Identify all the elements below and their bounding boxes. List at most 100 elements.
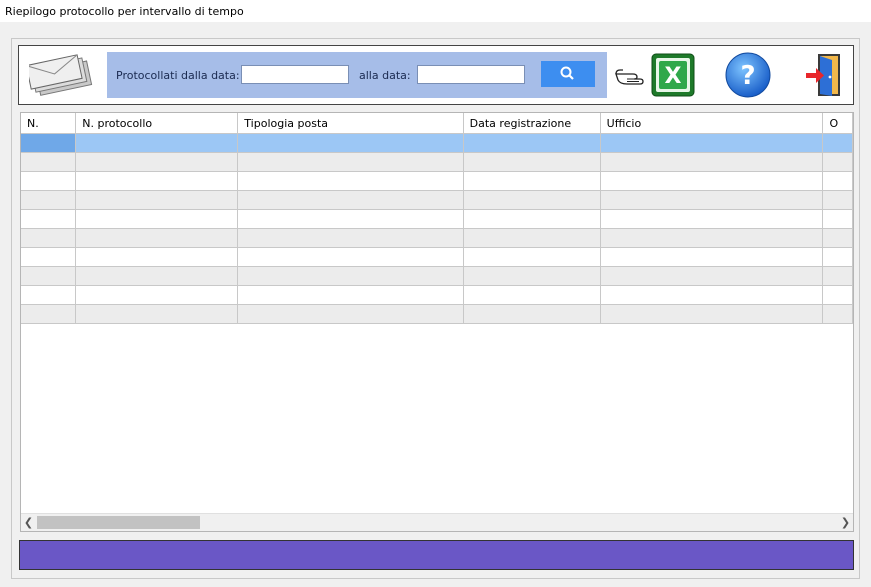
table-cell bbox=[237, 133, 464, 153]
table-row[interactable] bbox=[21, 228, 853, 248]
table-cell bbox=[75, 228, 239, 248]
table-cell bbox=[21, 247, 77, 267]
table-cell bbox=[463, 171, 601, 191]
table-row[interactable] bbox=[21, 190, 853, 210]
scrollbar-thumb[interactable] bbox=[37, 516, 200, 529]
table-cell bbox=[75, 247, 239, 267]
table-cell bbox=[822, 266, 853, 286]
table-cell bbox=[463, 228, 601, 248]
table-cell bbox=[75, 171, 239, 191]
column-header-mail-type[interactable]: Tipologia posta bbox=[237, 113, 464, 134]
table-cell bbox=[822, 304, 853, 324]
table-cell bbox=[463, 209, 601, 229]
table-cell bbox=[75, 152, 239, 172]
window-titlebar: Riepilogo protocollo per intervallo di t… bbox=[0, 0, 871, 22]
table-cell bbox=[822, 247, 853, 267]
table-cell bbox=[237, 228, 464, 248]
table-cell bbox=[600, 209, 824, 229]
column-header-registration-date[interactable]: Data registrazione bbox=[463, 113, 601, 134]
table-row[interactable] bbox=[21, 133, 853, 153]
table-cell bbox=[600, 152, 824, 172]
status-bar bbox=[19, 540, 854, 570]
table-cell bbox=[822, 285, 853, 305]
from-date-input[interactable] bbox=[241, 65, 349, 84]
table-cell bbox=[237, 152, 464, 172]
table-cell bbox=[600, 266, 824, 286]
table-cell bbox=[463, 133, 601, 153]
column-header-number[interactable]: N. bbox=[21, 113, 77, 134]
table-cell bbox=[75, 209, 239, 229]
toolbar: Protocollati dalla data: alla data: X ? bbox=[18, 45, 854, 105]
envelopes-icon bbox=[29, 54, 93, 96]
table-cell bbox=[463, 304, 601, 324]
table-cell bbox=[463, 247, 601, 267]
to-date-label: alla data: bbox=[359, 69, 411, 82]
table-cell bbox=[237, 266, 464, 286]
search-icon bbox=[560, 66, 574, 80]
table-cell bbox=[822, 209, 853, 229]
table-cell bbox=[237, 285, 464, 305]
horizontal-scrollbar[interactable]: ❮ ❯ bbox=[21, 513, 853, 531]
window-title: Riepilogo protocollo per intervallo di t… bbox=[5, 5, 244, 18]
table-cell bbox=[822, 152, 853, 172]
search-button[interactable] bbox=[541, 61, 595, 87]
table-cell bbox=[237, 190, 464, 210]
help-icon[interactable]: ? bbox=[724, 51, 772, 99]
table-row[interactable] bbox=[21, 266, 853, 286]
table-cell bbox=[21, 171, 77, 191]
table-cell bbox=[822, 133, 853, 153]
table-cell bbox=[21, 228, 77, 248]
table-cell bbox=[237, 209, 464, 229]
table-cell bbox=[822, 190, 853, 210]
to-date-input[interactable] bbox=[417, 65, 525, 84]
scroll-left-icon[interactable]: ❮ bbox=[21, 515, 36, 530]
table-cell bbox=[21, 209, 77, 229]
table-row[interactable] bbox=[21, 285, 853, 305]
exit-door-icon[interactable] bbox=[804, 52, 844, 98]
table-row[interactable] bbox=[21, 171, 853, 191]
table-cell bbox=[75, 304, 239, 324]
svg-text:?: ? bbox=[740, 61, 755, 91]
table-cell bbox=[21, 285, 77, 305]
table-row[interactable] bbox=[21, 304, 853, 324]
table-cell bbox=[237, 171, 464, 191]
results-grid[interactable]: N. N. protocollo Tipologia posta Data re… bbox=[20, 112, 854, 532]
table-cell bbox=[600, 228, 824, 248]
table-cell bbox=[237, 247, 464, 267]
table-cell bbox=[21, 133, 77, 153]
svg-text:X: X bbox=[665, 64, 682, 89]
column-header-office[interactable]: Ufficio bbox=[600, 113, 824, 134]
table-cell bbox=[75, 190, 239, 210]
table-cell bbox=[600, 133, 824, 153]
table-cell bbox=[463, 152, 601, 172]
table-cell bbox=[822, 228, 853, 248]
table-cell bbox=[75, 266, 239, 286]
table-cell bbox=[463, 266, 601, 286]
from-date-label: Protocollati dalla data: bbox=[116, 69, 240, 82]
table-cell bbox=[600, 190, 824, 210]
date-search-panel: Protocollati dalla data: alla data: bbox=[107, 52, 607, 98]
results-table: N. N. protocollo Tipologia posta Data re… bbox=[21, 113, 853, 324]
table-cell bbox=[463, 285, 601, 305]
column-header-other[interactable]: O bbox=[822, 113, 853, 134]
table-cell bbox=[21, 152, 77, 172]
column-header-protocol-number[interactable]: N. protocollo bbox=[75, 113, 239, 134]
table-cell bbox=[600, 171, 824, 191]
table-cell bbox=[822, 171, 853, 191]
table-cell bbox=[600, 285, 824, 305]
table-cell bbox=[75, 133, 239, 153]
table-cell bbox=[21, 190, 77, 210]
table-row[interactable] bbox=[21, 209, 853, 229]
table-cell bbox=[600, 247, 824, 267]
table-cell bbox=[600, 304, 824, 324]
table-cell bbox=[21, 304, 77, 324]
table-cell bbox=[463, 190, 601, 210]
pointing-hand-icon bbox=[615, 69, 644, 85]
table-cell bbox=[237, 304, 464, 324]
scroll-right-icon[interactable]: ❯ bbox=[838, 515, 853, 530]
table-cell bbox=[21, 266, 77, 286]
table-row[interactable] bbox=[21, 247, 853, 267]
table-row[interactable] bbox=[21, 152, 853, 172]
table-cell bbox=[75, 285, 239, 305]
excel-icon[interactable]: X bbox=[650, 52, 696, 98]
